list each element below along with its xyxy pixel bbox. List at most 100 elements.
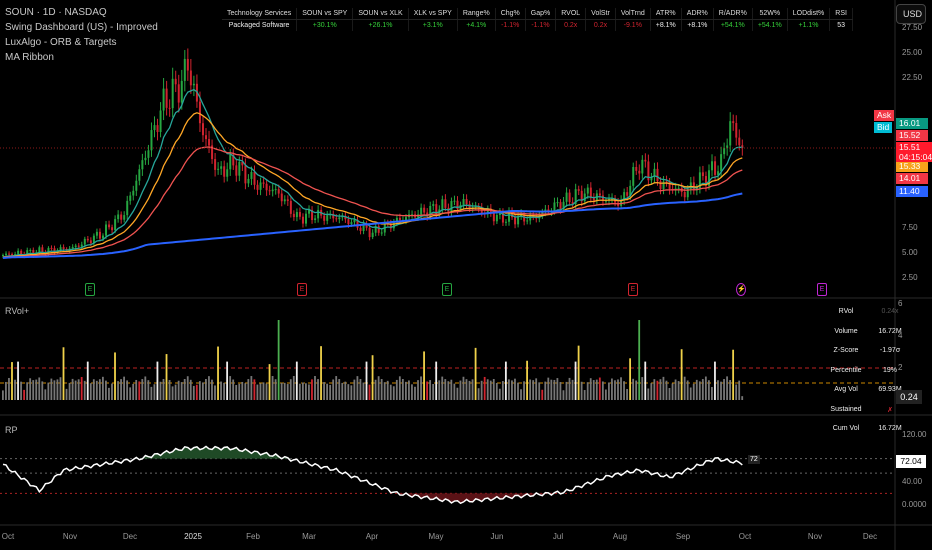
- candle: [553, 202, 556, 211]
- volume-bar: [535, 378, 538, 400]
- candle: [280, 193, 283, 202]
- event-earnings-up-icon[interactable]: E: [442, 283, 452, 296]
- volume-bar: [74, 380, 77, 400]
- candle: [314, 218, 317, 221]
- stat-label: Z-Score: [833, 347, 859, 354]
- candle: [174, 78, 177, 85]
- dashboard-value: +26.1%: [352, 19, 409, 31]
- rp-axis-label: 120.00: [902, 430, 927, 440]
- candle: [729, 121, 732, 146]
- stat-label: Cum Vol: [832, 425, 860, 432]
- candle: [423, 207, 426, 213]
- volume-bar: [456, 387, 459, 400]
- ma-long-tag: 11.40: [896, 186, 928, 197]
- candle: [323, 215, 326, 221]
- volume-bar: [244, 383, 247, 400]
- indicator-swing-dashboard[interactable]: Swing Dashboard (US) - Improved: [5, 20, 158, 35]
- event-earnings-up-icon[interactable]: E: [85, 283, 95, 296]
- volume-bar: [329, 384, 332, 400]
- stat-label: Sustained: [830, 405, 862, 413]
- volume-bar: [68, 382, 71, 400]
- event-split-icon[interactable]: ⚡: [736, 283, 746, 296]
- candle: [350, 222, 353, 225]
- volume-bar: [14, 379, 16, 400]
- candle: [205, 135, 208, 140]
- volume-bar: [65, 388, 68, 400]
- candle: [398, 217, 401, 221]
- rvol-stat-row: Sustained ✗: [822, 406, 910, 426]
- volume-bar: [620, 377, 622, 400]
- dashboard-value: +30.1%: [296, 19, 354, 31]
- dashboard-header: RVOL: [555, 8, 587, 20]
- time-axis-label: Dec: [122, 532, 138, 541]
- volume-bar: [577, 345, 580, 400]
- volume-bar: [486, 379, 489, 400]
- volume-bar: [480, 380, 483, 400]
- candle: [656, 168, 659, 182]
- volume-bar: [165, 354, 168, 400]
- stat-value: 19%: [882, 366, 897, 374]
- volume-bar: [423, 351, 425, 400]
- candle: [180, 80, 183, 103]
- symbol-title[interactable]: SOUN · 1D · NASDAQ: [5, 5, 158, 20]
- volume-bar: [341, 382, 344, 400]
- candle: [223, 166, 226, 177]
- event-earnings-future-icon[interactable]: E: [817, 283, 827, 296]
- ma-fast-tag: 15.33: [896, 161, 928, 172]
- volume-bar: [344, 381, 347, 400]
- candle: [138, 169, 141, 181]
- time-axis-label: Oct: [1, 532, 15, 541]
- candle: [156, 125, 159, 133]
- time-axis-label: Jul: [552, 532, 564, 541]
- candle: [253, 171, 256, 185]
- indicator-ma-ribbon[interactable]: MA Ribbon: [5, 50, 158, 65]
- volume-bar: [692, 383, 695, 400]
- volume-bar: [362, 382, 365, 400]
- rvol-stat-row: Volume 16.72M: [822, 328, 910, 348]
- candle: [644, 159, 647, 162]
- volume-bar: [401, 379, 404, 400]
- currency-button[interactable]: USD: [896, 4, 926, 24]
- volume-bar: [501, 381, 504, 400]
- volume-bar: [589, 378, 592, 400]
- volume-bar: [656, 380, 659, 400]
- chart-canvas[interactable]: [0, 0, 932, 550]
- volume-bar: [265, 383, 268, 400]
- volume-bar: [608, 382, 610, 400]
- dashboard-value: +54.1%: [752, 19, 788, 31]
- volume-bar: [232, 379, 235, 400]
- candle: [683, 192, 686, 198]
- candle: [168, 107, 171, 109]
- volume-bar: [568, 377, 571, 400]
- volume-bar: [153, 384, 156, 400]
- volume-bar: [41, 381, 44, 400]
- time-axis-label: Dec: [862, 532, 878, 541]
- volume-bar: [707, 380, 710, 400]
- event-earnings-down-icon[interactable]: E: [628, 283, 638, 296]
- candle: [632, 166, 635, 186]
- candle: [556, 202, 559, 204]
- candle: [117, 214, 120, 220]
- volume-bar: [623, 381, 625, 400]
- candle: [268, 190, 271, 192]
- candle: [514, 217, 517, 225]
- event-earnings-down-icon[interactable]: E: [297, 283, 307, 296]
- volume-bar: [305, 383, 307, 400]
- volume-bar: [86, 361, 89, 400]
- volume-bar: [526, 360, 528, 400]
- volume-bar: [350, 385, 353, 400]
- indicator-orb-targets[interactable]: LuxAlgo - ORB & Targets: [5, 35, 158, 50]
- candle: [432, 204, 435, 206]
- volume-bar: [523, 381, 525, 400]
- candle: [244, 165, 247, 184]
- volume-bar: [117, 381, 119, 400]
- rp-overbought-fill: [3, 446, 743, 459]
- rp-last-tag: 72.04: [896, 455, 926, 468]
- rp-label: 72: [748, 455, 760, 464]
- volume-bar: [229, 376, 232, 400]
- time-axis-label: Aug: [612, 532, 628, 541]
- candle: [441, 199, 444, 210]
- candle: [83, 238, 86, 245]
- volume-bar: [259, 383, 262, 400]
- rvol-axis-label: 4: [898, 331, 903, 340]
